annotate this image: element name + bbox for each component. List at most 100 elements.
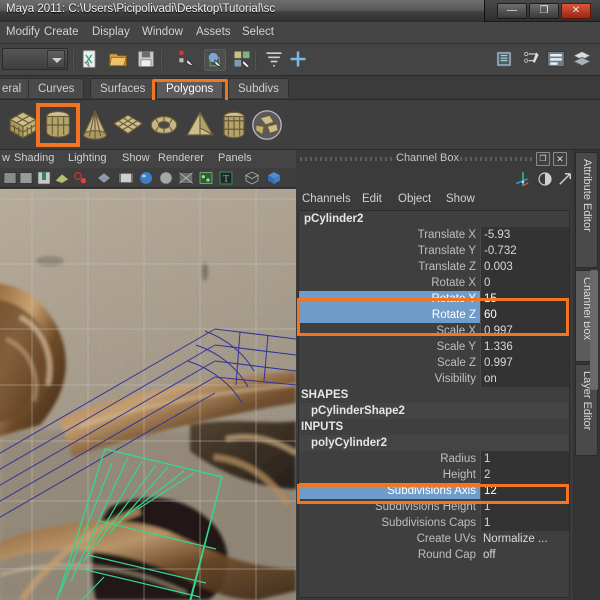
channel-value[interactable]: -0.732 <box>480 243 569 259</box>
snap-to-point-icon[interactable] <box>288 49 310 71</box>
channel-name[interactable]: Translate X <box>299 227 480 243</box>
channel-row[interactable]: Translate Z0.003 <box>299 259 569 275</box>
shelf-tab-eral[interactable]: eral <box>0 78 31 98</box>
wireframe-shading-icon[interactable] <box>244 170 260 186</box>
channel-name[interactable]: Translate Y <box>299 243 480 259</box>
3d-viewport[interactable] <box>0 189 296 600</box>
polygon-plane-icon[interactable] <box>111 108 145 142</box>
contrast-icon[interactable] <box>536 170 554 188</box>
selection-mask-combo[interactable] <box>2 48 68 70</box>
channel-row[interactable]: Rotate Y15 <box>299 291 569 307</box>
channel-value[interactable]: -5.93 <box>480 227 569 243</box>
minimize-button[interactable]: — <box>497 3 527 19</box>
arrow-icon[interactable] <box>556 170 574 188</box>
new-scene-icon[interactable] <box>80 49 102 71</box>
channel-name[interactable]: Scale Z <box>299 355 480 371</box>
drag-handle-dots-left[interactable] <box>300 157 392 161</box>
dock-tab-attribute-editor[interactable]: Attribute Editor <box>575 152 598 268</box>
channel-row[interactable]: Create UVsNormalize ... <box>299 531 569 547</box>
move-tool-icon[interactable] <box>514 170 532 188</box>
channel-value[interactable]: on <box>480 371 569 387</box>
channel-row[interactable]: Round Capoff <box>299 547 569 563</box>
camera-attributes-icon[interactable] <box>18 170 34 186</box>
channel-name[interactable]: Subdivisions Axis <box>299 483 480 499</box>
channel-row[interactable]: Subdivisions Caps1 <box>299 515 569 531</box>
channel-value[interactable]: 0 <box>480 275 569 291</box>
shelf-tab-subdivs[interactable]: Subdivs <box>228 78 289 98</box>
text-icon[interactable]: T <box>218 170 234 186</box>
viewport-menu-show[interactable]: Show <box>122 152 150 164</box>
channel-row[interactable]: Subdivisions Axis12 <box>299 483 569 499</box>
channel-value[interactable]: 0.003 <box>480 259 569 275</box>
channel-name[interactable]: Rotate X <box>299 275 480 291</box>
channel-value[interactable]: 2 <box>480 467 569 483</box>
twopoint-icon[interactable] <box>72 170 88 186</box>
save-scene-icon[interactable] <box>136 49 158 71</box>
channel-row[interactable]: Radius1 <box>299 451 569 467</box>
select-by-component-icon[interactable] <box>232 49 254 71</box>
polygon-cone-icon[interactable] <box>78 108 112 142</box>
channel-name[interactable]: Rotate Z <box>299 307 480 323</box>
channel-value[interactable]: 12 <box>480 483 569 499</box>
channel-value[interactable]: 15 <box>480 291 569 307</box>
hypershade-icon[interactable] <box>546 49 568 71</box>
channel-row[interactable]: Rotate Z60 <box>299 307 569 323</box>
channel-value[interactable]: 0.997 <box>480 355 569 371</box>
channel-value[interactable]: 0.997 <box>480 323 569 339</box>
resolution-gate-icon[interactable] <box>138 170 154 186</box>
channel-box-list[interactable]: pCylinder2 Translate X-5.93Translate Y-0… <box>298 210 570 598</box>
shelf-tab-surfaces[interactable]: Surfaces <box>90 78 155 98</box>
channel-value[interactable]: 1 <box>480 499 569 515</box>
channel-name[interactable]: Round Cap <box>299 547 480 563</box>
open-scene-icon[interactable] <box>108 49 130 71</box>
channel-name[interactable]: Subdivisions Caps <box>299 515 480 531</box>
channel-box-menu-object[interactable]: Object <box>398 193 431 205</box>
channel-row[interactable]: Scale X0.997 <box>299 323 569 339</box>
channel-name[interactable]: Scale Y <box>299 339 480 355</box>
render-settings-icon[interactable] <box>522 49 544 71</box>
close-panel-button[interactable]: ✕ <box>553 152 567 166</box>
select-by-object-icon[interactable] <box>204 49 226 71</box>
channel-row[interactable]: Visibilityon <box>299 371 569 387</box>
shape-node-name[interactable]: pCylinderShape2 <box>299 403 569 419</box>
texture-icon[interactable] <box>198 170 214 186</box>
polygon-prism-icon[interactable] <box>217 108 251 142</box>
channel-name[interactable]: Height <box>299 467 480 483</box>
film-gate-icon[interactable] <box>118 170 134 186</box>
viewport-menu-w[interactable]: w <box>2 152 10 164</box>
drag-handle-dots-right[interactable] <box>460 157 532 161</box>
channel-row[interactable]: Scale Y1.336 <box>299 339 569 355</box>
image-plane-icon[interactable] <box>54 170 70 186</box>
channel-value[interactable]: Normalize ... <box>480 531 569 547</box>
menu-item-window[interactable]: Window <box>142 26 183 38</box>
channel-box-scrollbar[interactable] <box>590 270 598 390</box>
channel-value[interactable]: 1.336 <box>480 339 569 355</box>
render-view-icon[interactable] <box>494 49 516 71</box>
channel-row[interactable]: Translate Y-0.732 <box>299 243 569 259</box>
select-camera-icon[interactable] <box>2 170 18 186</box>
channel-name[interactable]: Visibility <box>299 371 480 387</box>
shelf-tab-curves[interactable]: Curves <box>28 78 84 98</box>
grid-toggle-icon[interactable] <box>96 170 112 186</box>
channel-row[interactable]: Subdivisions Height1 <box>299 499 569 515</box>
input-node-name[interactable]: polyCylinder2 <box>299 435 569 451</box>
maximize-button[interactable]: ❐ <box>529 3 559 19</box>
channel-name[interactable]: Create UVs <box>299 531 480 547</box>
viewport-menu-renderer[interactable]: Renderer <box>158 152 204 164</box>
channel-row[interactable]: Height2 <box>299 467 569 483</box>
channel-value[interactable]: 60 <box>480 307 569 323</box>
channel-name[interactable]: Rotate Y <box>299 291 480 307</box>
polygon-cylinder-icon[interactable] <box>41 108 75 142</box>
chevron-down-icon[interactable] <box>47 50 65 68</box>
xray-icon[interactable] <box>178 170 194 186</box>
channel-name[interactable]: Radius <box>299 451 480 467</box>
channel-value[interactable]: 1 <box>480 515 569 531</box>
restore-panel-button[interactable]: ❐ <box>536 152 550 166</box>
layer-manager-icon[interactable] <box>572 49 594 71</box>
polygon-cube-icon[interactable] <box>6 108 40 142</box>
polygon-soccerball-icon[interactable] <box>250 108 284 142</box>
channel-name[interactable]: Subdivisions Height <box>299 499 480 515</box>
viewport-menu-panels[interactable]: Panels <box>218 152 252 164</box>
select-by-hierarchy-icon[interactable] <box>176 49 198 71</box>
polygon-torus-icon[interactable] <box>147 108 181 142</box>
